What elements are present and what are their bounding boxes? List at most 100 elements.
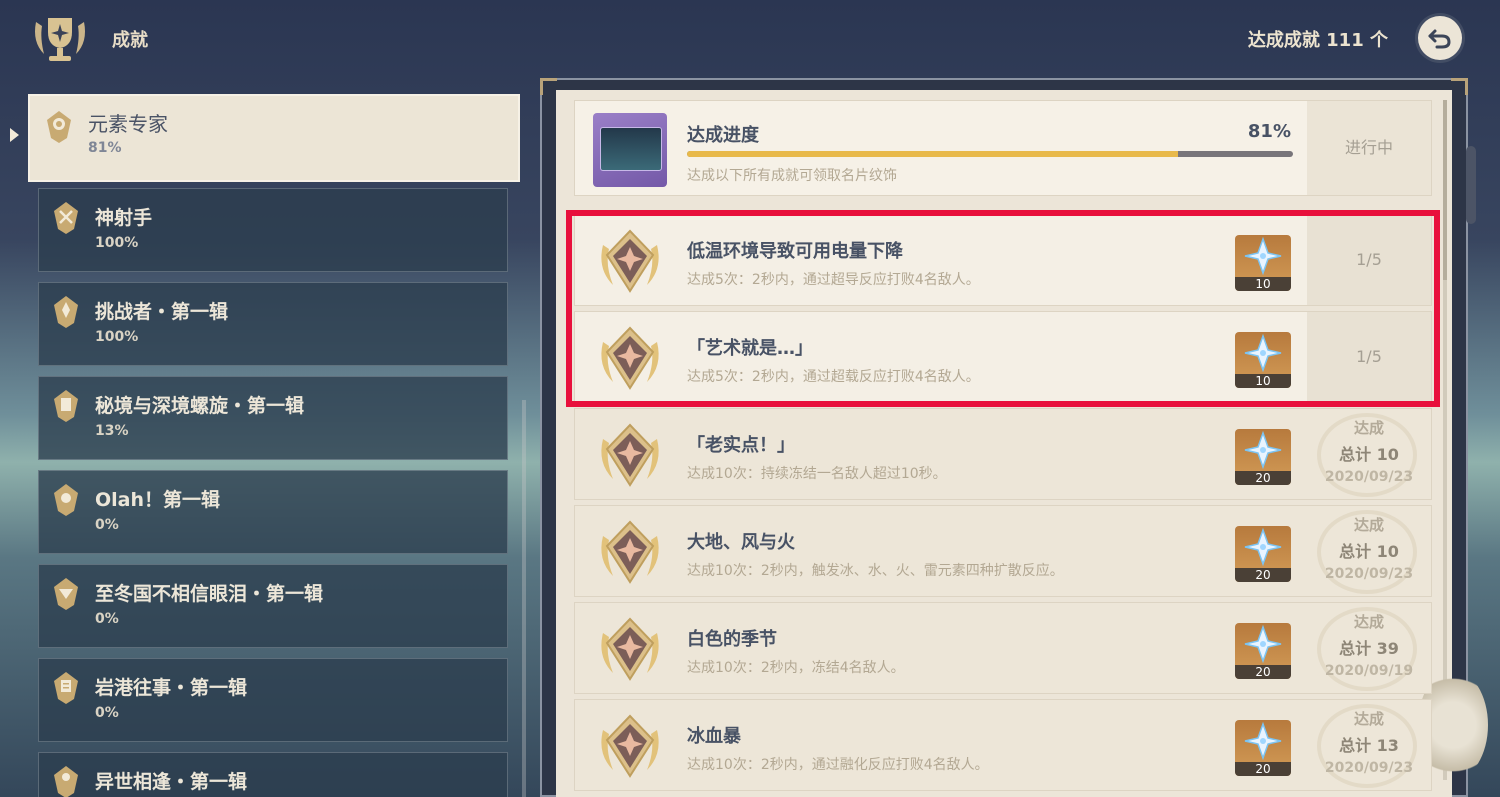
- complete-total: 总计 10: [1339, 445, 1399, 464]
- progress-description: 达成以下所有成就可领取名片纹饰: [687, 168, 897, 184]
- progress-percent: 81%: [1247, 121, 1291, 142]
- progress-bar-fill: [687, 151, 1178, 157]
- achievement-row[interactable]: 「老实点！」达成10次：持续冻结一名敌人超过10秒。 20 达成总计 10 2020/…: [574, 408, 1432, 500]
- achievement-row[interactable]: 低温环境导致可用电量下降达成5次：2秒内，通过超导反应打败4名敌人。 10 1/5: [574, 214, 1432, 306]
- category-item-snezhnaya[interactable]: 至冬国不相信眼泪・第一辑 0%: [38, 564, 508, 648]
- reward-amount: 20: [1235, 568, 1291, 582]
- achievement-count: 达成成就 111 个: [1247, 30, 1388, 51]
- category-emblem-icon: [53, 577, 79, 611]
- category-item-olah[interactable]: Olah！第一辑 0%: [38, 470, 508, 554]
- achievement-badge-icon: [593, 322, 667, 396]
- reward-amount: 20: [1235, 665, 1291, 679]
- achievement-complete-stamp: 达成总计 13 2020/09/23: [1307, 700, 1431, 790]
- category-name: 异世相逢・第一辑: [95, 771, 248, 793]
- achievement-row[interactable]: 白色的季节达成10次：2秒内，冻结4名敌人。 20 达成总计 39 2020/09/1…: [574, 602, 1432, 694]
- achievement-row[interactable]: 大地、风与火达成10次：2秒内，触发冰、水、火、雷元素四种扩散反应。 20 达成总计…: [574, 505, 1432, 597]
- scrollbar-thumb[interactable]: [1443, 100, 1447, 280]
- complete-date: 2020/09/23: [1324, 760, 1414, 776]
- category-percent: 0%: [95, 517, 119, 533]
- reward-amount: 10: [1235, 374, 1291, 388]
- category-item-liyue-harbor[interactable]: 岩港往事・第一辑 0%: [38, 658, 508, 742]
- category-percent: 0%: [95, 705, 119, 721]
- achievement-description: 达成10次：2秒内，通过融化反应打败4名敌人。: [687, 757, 989, 773]
- category-name: 神射手: [95, 207, 153, 229]
- category-emblem-icon: [53, 389, 79, 423]
- category-percent: 100%: [95, 235, 139, 251]
- achievement-badge-icon: [593, 710, 667, 784]
- achievement-title: 白色的季节: [687, 629, 777, 650]
- complete-date: 2020/09/23: [1324, 469, 1414, 485]
- category-item-elemental-expert[interactable]: 元素专家 81%: [28, 94, 520, 182]
- progress-bar: [687, 151, 1293, 157]
- achievement-description: 达成5次：2秒内，通过超导反应打败4名敌人。: [687, 272, 980, 288]
- achievement-title: 「艺术就是…」: [687, 338, 813, 359]
- complete-date: 2020/09/19: [1324, 663, 1414, 679]
- primogem-reward: 10: [1235, 332, 1291, 388]
- achievement-title: 大地、风与火: [687, 532, 795, 553]
- category-progress-card: 达成进度 81% 达成以下所有成就可领取名片纹饰 进行中: [574, 100, 1432, 196]
- achievement-complete-stamp: 达成总计 10 2020/09/23: [1307, 506, 1431, 596]
- category-name: 岩港往事・第一辑: [95, 677, 248, 699]
- complete-label: 达成: [1353, 710, 1384, 728]
- achievement-row[interactable]: 冰血暴达成10次：2秒内，通过融化反应打败4名敌人。 20 达成总计 13 2020/…: [574, 699, 1432, 791]
- achievement-description: 达成10次：2秒内，触发冰、水、火、雷元素四种扩散反应。: [687, 563, 1064, 579]
- achievement-badge-icon: [593, 225, 667, 299]
- primogem-reward: 20: [1235, 526, 1291, 582]
- complete-total: 总计 39: [1339, 639, 1399, 658]
- achievement-row[interactable]: 「艺术就是…」达成5次：2秒内，通过超载反应打败4名敌人。 10 1/5: [574, 311, 1432, 403]
- category-item-another-world[interactable]: 异世相逢・第一辑: [38, 752, 508, 797]
- complete-total: 总计 13: [1339, 736, 1399, 755]
- category-emblem-icon: [46, 110, 72, 144]
- category-sidebar: 元素专家 81% 神射手 100% 挑战者・第一辑 100% 秘境与深境螺旋・第…: [28, 86, 520, 797]
- category-name: 秘境与深境螺旋・第一辑: [95, 395, 305, 417]
- progress-title: 达成进度: [687, 125, 759, 146]
- panel-scroll-handle[interactable]: [1466, 146, 1476, 224]
- achievement-title: 低温环境导致可用电量下降: [687, 241, 903, 262]
- achievement-badge-icon: [593, 419, 667, 493]
- category-item-sharpshooter[interactable]: 神射手 100%: [38, 188, 508, 272]
- achievement-progress-count: 1/5: [1307, 312, 1431, 402]
- primogem-reward: 20: [1235, 623, 1291, 679]
- achievement-badge-icon: [593, 516, 667, 590]
- achievement-title: 冰血暴: [687, 726, 741, 747]
- achievement-progress-count: 1/5: [1307, 215, 1431, 305]
- category-item-challenger[interactable]: 挑战者・第一辑 100%: [38, 282, 508, 366]
- complete-label: 达成: [1353, 419, 1384, 437]
- category-name: 元素专家: [88, 112, 168, 136]
- achievement-description: 达成10次：持续冻结一名敌人超过10秒。: [687, 466, 947, 482]
- sidebar-scrollbar[interactable]: [522, 400, 526, 797]
- selected-indicator-arrow: [10, 128, 19, 142]
- achievement-badge-icon: [593, 613, 667, 687]
- category-emblem-icon: [53, 671, 79, 705]
- category-name: 挑战者・第一辑: [95, 301, 229, 323]
- primogem-reward: 20: [1235, 429, 1291, 485]
- achievement-title: 「老实点！」: [687, 435, 795, 456]
- achievement-complete-stamp: 达成总计 10 2020/09/23: [1307, 409, 1431, 499]
- category-emblem-icon: [53, 483, 79, 517]
- back-button[interactable]: [1418, 16, 1462, 60]
- category-item-domains-abyss[interactable]: 秘境与深境螺旋・第一辑 13%: [38, 376, 508, 460]
- category-percent: 81%: [88, 140, 122, 156]
- complete-date: 2020/09/23: [1324, 566, 1414, 582]
- complete-total: 总计 10: [1339, 542, 1399, 561]
- namecard-reward-icon: [593, 113, 667, 187]
- category-percent: 0%: [95, 611, 119, 627]
- reward-amount: 20: [1235, 762, 1291, 776]
- reward-amount: 20: [1235, 471, 1291, 485]
- achievement-complete-stamp: 达成总计 39 2020/09/19: [1307, 603, 1431, 693]
- complete-label: 达成: [1353, 613, 1384, 631]
- category-emblem-icon: [53, 765, 79, 797]
- primogem-reward: 10: [1235, 235, 1291, 291]
- achievement-description: 达成10次：2秒内，冻结4名敌人。: [687, 660, 905, 676]
- top-bar: 成就 达成成就 111 个: [0, 0, 1500, 80]
- category-emblem-icon: [53, 201, 79, 235]
- category-percent: 13%: [95, 423, 129, 439]
- category-emblem-icon: [53, 295, 79, 329]
- category-name: 至冬国不相信眼泪・第一辑: [95, 583, 324, 605]
- achievement-description: 达成5次：2秒内，通过超载反应打败4名敌人。: [687, 369, 980, 385]
- category-percent: 100%: [95, 329, 139, 345]
- progress-status: 进行中: [1307, 101, 1431, 195]
- reward-amount: 10: [1235, 277, 1291, 291]
- complete-label: 达成: [1353, 516, 1384, 534]
- back-arrow-icon: [1428, 29, 1451, 49]
